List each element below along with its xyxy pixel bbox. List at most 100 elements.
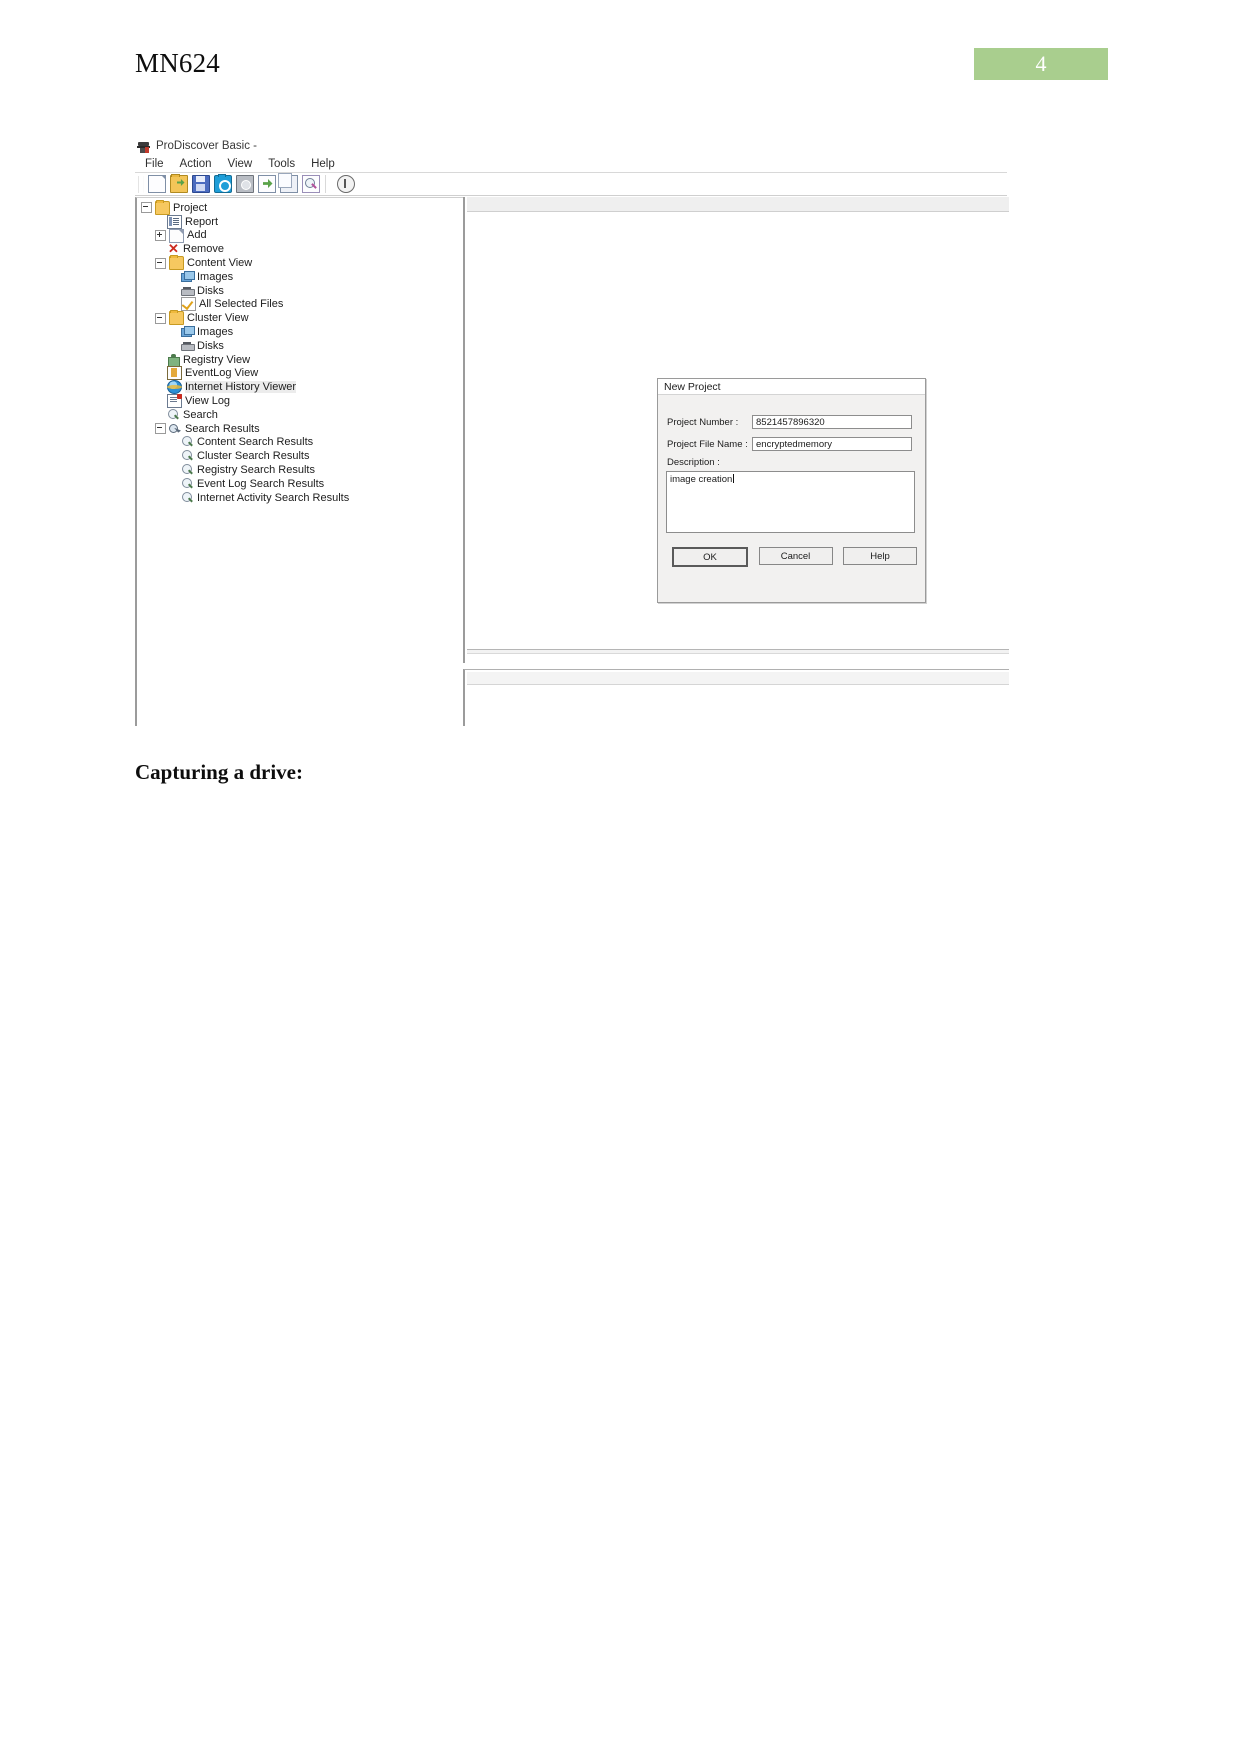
new-project-dialog: New Project Project Number : 85214578963…	[657, 378, 926, 603]
project-number-input[interactable]: 8521457896320	[752, 415, 912, 429]
tree-item-report[interactable]: Report	[141, 214, 461, 229]
page-title: MN624	[135, 48, 221, 78]
magnifier-icon	[181, 491, 194, 504]
section-heading: Capturing a drive:	[135, 760, 303, 784]
open-project-button[interactable]	[168, 174, 189, 194]
add-disk-button[interactable]	[256, 174, 277, 194]
dialog-button-row: OK Cancel Help	[672, 547, 917, 567]
save-project-button[interactable]	[190, 174, 211, 194]
disk-icon	[181, 285, 195, 297]
tree-item-content-search-results[interactable]: Content Search Results	[141, 436, 461, 450]
collapse-minus-icon[interactable]	[141, 202, 152, 214]
tree-item-view-log[interactable]: View Log	[141, 394, 461, 409]
help-button[interactable]: Help	[843, 547, 917, 565]
window-title-text: ProDiscover Basic -	[156, 140, 257, 152]
tree-item-remove[interactable]: ✕ Remove	[141, 242, 461, 256]
menu-item-view[interactable]: View	[220, 158, 261, 170]
cancel-button[interactable]: Cancel	[758, 547, 833, 565]
magnifier-icon	[181, 450, 194, 462]
project-number-label: Project Number :	[667, 416, 739, 428]
new-document-icon	[147, 175, 166, 193]
toolbar-divider	[135, 195, 1007, 196]
dialog-body: Project Number : 8521457896320 Project F…	[658, 395, 925, 602]
capture-image-button[interactable]	[212, 174, 233, 194]
open-folder-icon	[169, 174, 188, 193]
images-icon	[181, 326, 195, 338]
tree-item-label: Event Log Search Results	[197, 477, 325, 490]
tree-item-internet-activity-search-results[interactable]: Internet Activity Search Results	[141, 491, 461, 505]
project-file-name-row: Project File Name : encryptedmemory	[667, 437, 917, 451]
tree-item-cluster-search-results[interactable]: Cluster Search Results	[141, 449, 461, 463]
document-header: MN624 4	[0, 0, 1241, 110]
tree-item-label: Add	[187, 229, 207, 242]
content-pane-splitter[interactable]	[467, 649, 1009, 654]
tree-item-label: Images	[197, 270, 234, 283]
report-icon	[167, 214, 182, 229]
description-textarea[interactable]: image creation	[666, 471, 915, 533]
project-tree: Project Report Add ✕ Remove Content View Image…	[141, 199, 461, 505]
tree-item-eventlog-view[interactable]: EventLog View	[141, 366, 461, 381]
magnifier-icon	[181, 477, 194, 490]
tree-item-disks[interactable]: Disks	[141, 284, 461, 298]
menu-item-file[interactable]: File	[137, 158, 172, 170]
images-icon	[181, 270, 195, 283]
tree-item-label: Registry View	[183, 353, 251, 366]
tree-item-cluster-view[interactable]: Cluster View	[141, 310, 461, 326]
project-number-row: Project Number : 8521457896320	[667, 415, 917, 429]
tree-item-project[interactable]: Project	[141, 199, 461, 215]
project-file-name-input[interactable]: encryptedmemory	[752, 437, 912, 451]
menu-item-tools[interactable]: Tools	[260, 158, 303, 170]
tree-item-label: Search	[183, 408, 218, 421]
project-tree-pane: Project Report Add ✕ Remove Content View Image…	[135, 197, 465, 726]
menu-item-help[interactable]: Help	[303, 158, 343, 170]
tree-item-registry-search-results[interactable]: Registry Search Results	[141, 463, 461, 477]
copy-button[interactable]	[277, 173, 299, 194]
prodiscover-screenshot: ProDiscover Basic - File Action View Too…	[135, 133, 1009, 726]
tree-item-event-log-search-results[interactable]: Event Log Search Results	[141, 477, 461, 491]
text-caret	[733, 474, 735, 483]
tree-item-label: Project	[173, 201, 208, 214]
tree-item-label: Remove	[183, 243, 224, 256]
collapse-minus-icon[interactable]	[155, 423, 166, 435]
description-label: Description :	[667, 457, 720, 468]
tree-item-label: EventLog View	[185, 367, 259, 380]
tree-item-registry-view[interactable]: Registry View	[141, 353, 461, 367]
prodiscover-detective-icon	[137, 140, 150, 153]
magnifier-icon	[167, 408, 180, 421]
disk-image-icon	[235, 175, 254, 193]
tree-item-search-results[interactable]: Search Results	[141, 422, 461, 436]
tree-item-images[interactable]: Images	[141, 325, 461, 339]
copy-icon	[277, 173, 298, 193]
application-window: ProDiscover Basic - File Action View Too…	[135, 133, 1009, 726]
collapse-minus-icon[interactable]	[155, 312, 166, 324]
tree-item-label: Disks	[197, 339, 224, 352]
folder-icon	[169, 310, 184, 326]
add-image-button[interactable]	[234, 174, 255, 194]
new-project-button[interactable]	[146, 174, 167, 194]
tree-item-content-view[interactable]: Content View	[141, 255, 461, 271]
floppy-save-icon	[191, 175, 210, 193]
detail-pane	[463, 669, 1009, 726]
about-button[interactable]	[335, 174, 356, 194]
registry-icon	[167, 353, 180, 367]
tree-item-disks[interactable]: Disks	[141, 339, 461, 353]
magnifier-icon	[181, 436, 194, 448]
remove-x-icon: ✕	[168, 241, 179, 257]
menu-bar: File Action View Tools Help	[137, 155, 1005, 172]
tree-item-internet-history-viewer[interactable]: Internet History Viewer	[141, 380, 461, 395]
menu-item-action[interactable]: Action	[172, 158, 220, 170]
checked-files-icon	[181, 297, 196, 312]
search-button[interactable]	[300, 174, 321, 194]
expand-plus-icon[interactable]	[155, 229, 166, 241]
collapse-minus-icon[interactable]	[155, 257, 166, 269]
tree-item-label: Images	[197, 326, 234, 339]
tree-item-label: Content View	[187, 257, 253, 270]
toolbar-grip[interactable]	[138, 175, 144, 193]
tree-item-all-selected-files[interactable]: All Selected Files	[141, 297, 461, 312]
ok-button[interactable]: OK	[672, 547, 748, 567]
tree-item-add[interactable]: Add	[141, 228, 461, 243]
tree-item-images[interactable]: Images	[141, 270, 461, 284]
view-log-icon	[167, 394, 182, 409]
tree-item-search[interactable]: Search	[141, 408, 461, 422]
search-results-icon	[169, 423, 182, 435]
